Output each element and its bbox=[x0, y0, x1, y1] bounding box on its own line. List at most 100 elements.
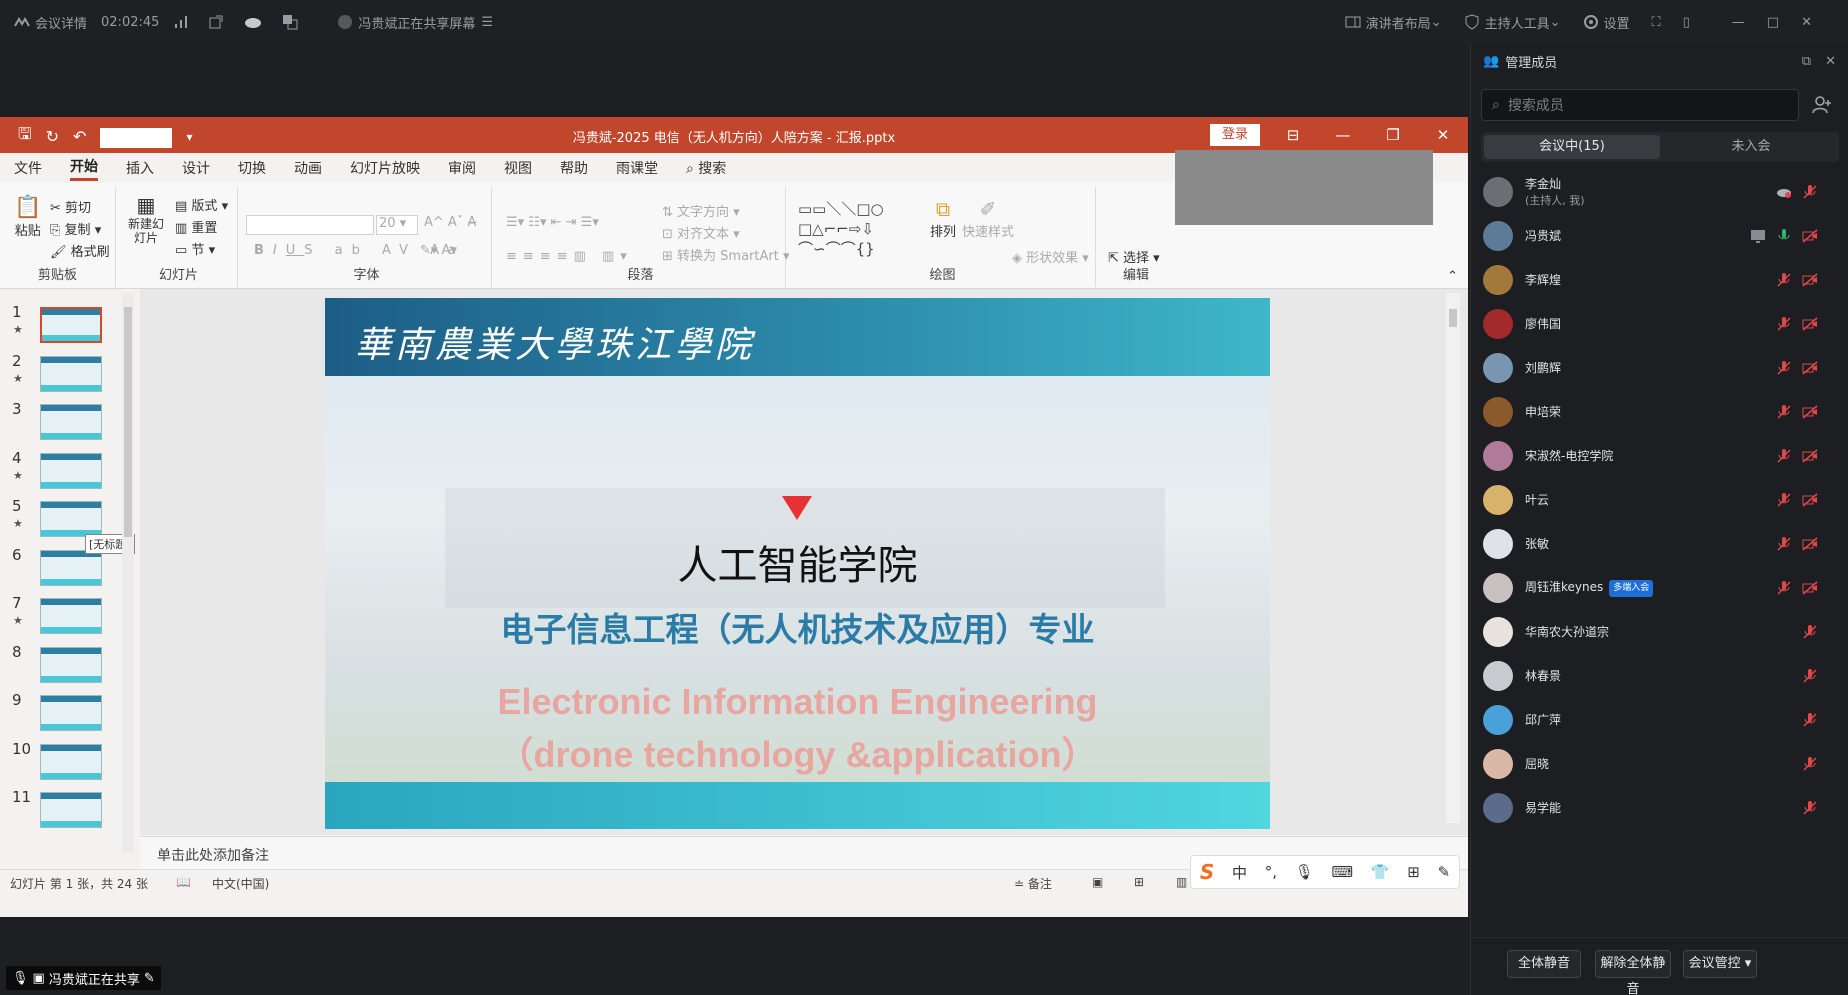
tab-help[interactable]: 帮助 bbox=[560, 158, 588, 178]
new-slide-button[interactable]: ▦ 新建幻灯片 bbox=[126, 193, 166, 245]
cut-button[interactable]: ✂ 剪切 bbox=[50, 197, 91, 216]
mic-off-icon[interactable] bbox=[1775, 403, 1793, 421]
slide-thumbnail[interactable]: 11 bbox=[0, 788, 130, 838]
minimize-icon[interactable]: — bbox=[1732, 15, 1745, 30]
sogou-logo-icon[interactable]: S bbox=[1200, 860, 1214, 884]
member-search-input[interactable]: ⌕ 搜索成员 bbox=[1481, 89, 1799, 121]
login-button[interactable]: 登录 bbox=[1210, 124, 1260, 146]
mic-off-icon[interactable] bbox=[1801, 711, 1819, 729]
slide-sorter-icon[interactable]: ⊞ bbox=[1134, 875, 1144, 889]
mic-off-icon[interactable] bbox=[1801, 799, 1819, 817]
sidebar-toggle-icon[interactable]: ▯ bbox=[1683, 15, 1690, 30]
language-indicator[interactable]: 中文(中国) bbox=[212, 875, 269, 892]
paste-button[interactable]: 📋 粘贴 bbox=[14, 195, 41, 239]
fullscreen-icon[interactable]: ⛶ bbox=[1652, 15, 1661, 30]
slide-thumbnail[interactable]: 10 bbox=[0, 740, 130, 790]
member-row[interactable]: 周钰淮keynes 多端入会 bbox=[1471, 566, 1848, 610]
tab-view[interactable]: 视图 bbox=[504, 158, 532, 178]
copy-button[interactable]: ⎘ 复制 ▾ bbox=[50, 219, 101, 238]
slide-thumbnail[interactable]: 1 ★ bbox=[0, 303, 130, 353]
video-off-icon[interactable] bbox=[1801, 403, 1819, 421]
tab-home[interactable]: 开始 bbox=[70, 156, 98, 181]
notes-toggle[interactable]: ≐ 备注 bbox=[1014, 875, 1052, 892]
maximize-icon[interactable]: □ bbox=[1767, 15, 1779, 30]
unmute-all-button[interactable]: 解除全体静音 bbox=[1595, 950, 1671, 995]
mic-off-icon[interactable] bbox=[1775, 535, 1793, 553]
popout-icon[interactable] bbox=[208, 14, 229, 30]
mute-all-button[interactable]: 全体静音 bbox=[1507, 950, 1581, 978]
layout-button[interactable]: ▤ 版式 ▾ bbox=[175, 195, 228, 214]
punctuation-icon[interactable]: °, bbox=[1265, 863, 1277, 881]
video-off-icon[interactable] bbox=[1801, 227, 1819, 245]
presenter-layout-button[interactable]: 演讲者布局 ⌄ bbox=[1345, 13, 1442, 32]
font-name-box[interactable] bbox=[246, 215, 374, 235]
video-off-icon[interactable] bbox=[1801, 579, 1819, 597]
member-row[interactable]: 刘鹏辉 bbox=[1471, 346, 1848, 390]
meeting-control-button[interactable]: 会议管控 ▾ bbox=[1683, 950, 1757, 978]
mic-off-icon[interactable] bbox=[1801, 183, 1819, 201]
mic-off-icon[interactable] bbox=[1775, 491, 1793, 509]
slide-thumbnail[interactable]: 3 bbox=[0, 400, 130, 450]
cloud-record-icon[interactable] bbox=[1775, 183, 1793, 201]
video-off-icon[interactable] bbox=[1801, 491, 1819, 509]
collapse-ribbon-icon[interactable]: ⌃ bbox=[1447, 269, 1458, 284]
mic-off-icon[interactable] bbox=[1801, 623, 1819, 641]
tab-not-joined[interactable]: 未入会 bbox=[1663, 132, 1839, 162]
thumbnails-scroll-thumb[interactable] bbox=[124, 307, 132, 537]
arrange-button[interactable]: ⧉ 排列 bbox=[930, 197, 956, 240]
member-row[interactable]: 林春景 bbox=[1471, 654, 1848, 698]
section-button[interactable]: ▭ 节 ▾ bbox=[175, 239, 215, 258]
member-row[interactable]: 易学能 bbox=[1471, 786, 1848, 830]
ppt-minimize-icon[interactable]: — bbox=[1318, 117, 1368, 153]
menu-icon[interactable]: ☰ bbox=[481, 15, 493, 30]
mic-off-icon[interactable] bbox=[1775, 447, 1793, 465]
slide-scrollbar[interactable] bbox=[1446, 293, 1460, 823]
ribbon-search[interactable]: ⌕ 搜索 bbox=[686, 158, 726, 178]
host-tools-button[interactable]: 主持人工具 ⌄ bbox=[1464, 13, 1561, 32]
mic-off-icon[interactable] bbox=[1801, 755, 1819, 773]
mic-off-icon[interactable] bbox=[1775, 315, 1793, 333]
alignment-buttons[interactable]: ≡≡≡≡▥ ▥▾ bbox=[506, 249, 633, 264]
video-off-icon[interactable] bbox=[1801, 315, 1819, 333]
keyboard-icon[interactable]: ⌨ bbox=[1331, 863, 1353, 881]
voice-input-icon[interactable]: 🎙 bbox=[1295, 863, 1314, 881]
member-row[interactable]: 叶云 bbox=[1471, 478, 1848, 522]
member-row[interactable]: 张敏 bbox=[1471, 522, 1848, 566]
member-row[interactable]: 宋淑然-电控学院 bbox=[1471, 434, 1848, 478]
font-color-buttons[interactable]: ✎▾ A▾ bbox=[420, 243, 457, 258]
close-icon[interactable]: ✕ bbox=[1801, 15, 1812, 30]
mic-off-icon[interactable] bbox=[1801, 667, 1819, 685]
current-slide[interactable]: 華南農業大學珠江學院 人工智能学院 电子信息工程（无人机技术及应用）专业 Ele… bbox=[325, 298, 1270, 829]
translate-icon[interactable] bbox=[282, 14, 303, 30]
align-text-button[interactable]: ⊡ 对齐文本 ▾ bbox=[662, 223, 740, 242]
toolbox-icon[interactable]: ⊞ bbox=[1407, 863, 1420, 881]
member-row[interactable]: 屈晓 bbox=[1471, 742, 1848, 786]
slide-scroll-thumb[interactable] bbox=[1449, 309, 1457, 327]
video-off-icon[interactable] bbox=[1801, 535, 1819, 553]
member-row[interactable]: 廖伟国 bbox=[1471, 302, 1848, 346]
tab-rain-classroom[interactable]: 雨课堂 bbox=[616, 158, 658, 178]
meeting-info-button[interactable]: 会议详情 bbox=[14, 13, 87, 32]
video-off-icon[interactable] bbox=[1801, 447, 1819, 465]
tab-file[interactable]: 文件 bbox=[14, 158, 42, 178]
annotate-icon[interactable]: ✎ bbox=[144, 971, 155, 986]
tab-in-meeting[interactable]: 会议中(15) bbox=[1484, 135, 1660, 159]
tab-transitions[interactable]: 切换 bbox=[238, 158, 266, 178]
ppt-close-icon[interactable]: ✕ bbox=[1418, 117, 1468, 153]
mic-off-icon[interactable] bbox=[1775, 271, 1793, 289]
member-row[interactable]: 李辉煌 bbox=[1471, 258, 1848, 302]
video-off-icon[interactable] bbox=[1801, 359, 1819, 377]
tab-design[interactable]: 设计 bbox=[182, 158, 210, 178]
screen-share-icon[interactable] bbox=[1749, 227, 1767, 245]
reset-button[interactable]: ▥ 重置 bbox=[175, 217, 217, 236]
member-row[interactable]: 申培荣 bbox=[1471, 390, 1848, 434]
slide-thumbnail[interactable]: 9 bbox=[0, 691, 130, 741]
mic-off-icon[interactable] bbox=[1775, 579, 1793, 597]
convert-smartart-button[interactable]: ⊞ 转换为 SmartArt ▾ bbox=[662, 245, 790, 264]
close-panel-icon[interactable]: ✕ bbox=[1825, 54, 1836, 69]
invite-member-icon[interactable] bbox=[1811, 94, 1833, 116]
quick-styles-button[interactable]: ✐ 快速样式 bbox=[962, 197, 1014, 240]
ppt-restore-icon[interactable]: ❐ bbox=[1368, 117, 1418, 153]
member-row[interactable]: 冯贵斌 bbox=[1471, 214, 1848, 258]
mic-off-icon[interactable] bbox=[1775, 359, 1793, 377]
